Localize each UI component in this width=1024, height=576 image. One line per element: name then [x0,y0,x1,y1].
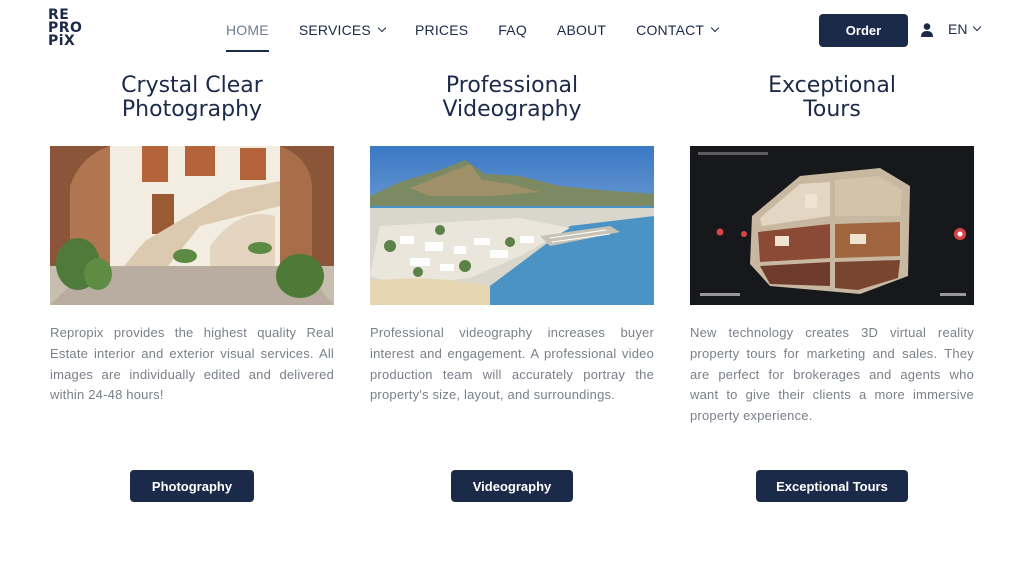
chevron-down-icon [973,22,982,32]
nav-about[interactable]: ABOUT [557,0,606,60]
service-title: Professional Videography [370,74,654,130]
site-header: RE PRO PiX HOME SERVICES PRICES FAQ ABOU… [0,0,1024,62]
courtyard-photo [50,146,334,305]
chevron-down-icon [377,23,387,33]
nav-prices-label: PRICES [414,22,469,38]
service-description: Repropix provides the highest quality Re… [50,325,334,403]
videography-button[interactable]: Videography [451,470,573,502]
service-videography: Professional Videography Professional vi… [370,74,654,502]
service-photography: Crystal Clear Photography Repropix provi… [50,74,334,502]
logo-line: PiX [48,33,76,49]
nav-faq[interactable]: FAQ [498,0,527,60]
title-line: Photography [121,97,263,122]
title-line: Exceptional [768,73,896,98]
main-nav: HOME SERVICES PRICES FAQ ABOUT CONTACT [226,0,748,60]
order-button[interactable]: Order [819,14,908,47]
repropix-logo[interactable]: RE PRO PiX [48,8,82,49]
service-title: Exceptional Tours [690,74,974,130]
chevron-down-icon [710,23,720,33]
nav-about-label: ABOUT [556,22,607,38]
nav-contact-label: CONTACT [636,22,705,38]
service-description: Professional videography increases buyer… [370,325,654,403]
service-tours: Exceptional Tours New technology creates… [690,74,974,502]
title-line: Videography [442,97,582,122]
title-line: Tours [803,97,861,122]
title-line: Crystal Clear [121,73,263,98]
user-icon[interactable] [921,23,933,37]
nav-home-label: HOME [226,22,269,38]
service-title: Crystal Clear Photography [50,74,334,130]
nav-contact[interactable]: CONTACT [636,0,720,60]
3d-dollhouse-tour-preview [690,146,974,305]
title-line: Professional [445,73,579,98]
nav-services-label: SERVICES [298,22,371,38]
language-label: EN [948,21,968,37]
nav-home[interactable]: HOME [226,0,269,60]
nav-faq-label: FAQ [498,22,527,38]
nav-services[interactable]: SERVICES [298,0,387,60]
exceptional-tours-button[interactable]: Exceptional Tours [756,470,908,502]
photography-button[interactable]: Photography [130,470,254,502]
service-description: New technology creates 3D virtual realit… [690,325,974,424]
language-selector[interactable]: EN [948,21,982,37]
coastal-aerial-photo [370,146,654,305]
nav-prices[interactable]: PRICES [415,0,468,60]
